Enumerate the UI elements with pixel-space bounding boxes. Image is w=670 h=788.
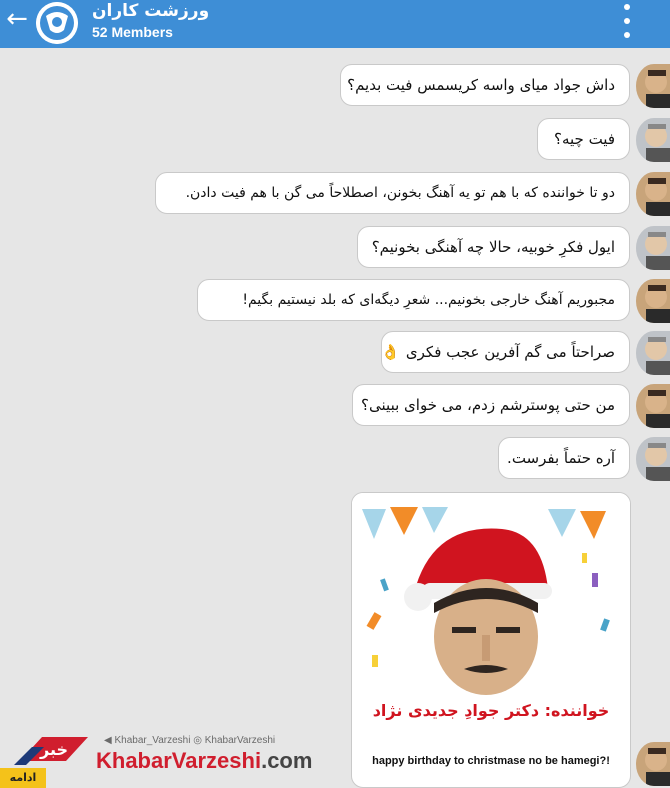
soccer-ball-icon: [36, 2, 78, 44]
watermark-social: ◀ Khabar_Varzeshi ◎ KhabarVarzeshi: [104, 735, 276, 746]
poster-image-message[interactable]: خواننده: دکتر جوادِ جدیدی نژاد happy bir…: [351, 492, 631, 788]
ok-hand-icon: 👌: [381, 343, 400, 361]
message-text: ایول فکرِ خوبیه، حالا چه آهنگی بخونیم؟: [371, 238, 615, 256]
more-vert-icon[interactable]: [612, 4, 642, 38]
avatar[interactable]: [636, 384, 670, 428]
poster-image: [352, 493, 630, 703]
avatar[interactable]: [636, 64, 670, 108]
continue-badge: ادامه دارد...: [0, 768, 46, 788]
site-brand: KhabarVarzeshi: [96, 748, 262, 773]
poster-subtitle: happy birthday to christmase no be hameg…: [372, 755, 610, 767]
message-bubble[interactable]: فیت چیه؟: [537, 118, 630, 160]
avatar[interactable]: [636, 331, 670, 375]
message-text: آره حتماً بفرست.: [507, 449, 615, 467]
message-text: من حتی پوسترشم زدم، می خوای ببینی؟: [361, 396, 615, 414]
message-text: صراحتاً می گم آفرین عجب فکری: [405, 343, 615, 361]
avatar[interactable]: [636, 172, 670, 216]
avatar[interactable]: [636, 742, 670, 786]
chat-header: ← ورزشت کاران 52 Members: [0, 0, 670, 48]
message-text: دو تا خواننده که با هم تو یه آهنگ بخونن،…: [185, 185, 615, 201]
message-bubble[interactable]: آره حتماً بفرست.: [498, 437, 630, 479]
group-title[interactable]: ورزشت کاران: [92, 0, 209, 22]
avatar[interactable]: [636, 437, 670, 481]
message-text: مجبوریم آهنگ خارجی بخونیم... شعرِ دیگه‌ا…: [242, 292, 615, 308]
group-avatar[interactable]: [36, 2, 78, 44]
back-arrow-icon[interactable]: ←: [2, 6, 32, 32]
message-bubble[interactable]: صراحتاً می گم آفرین عجب فکری 👌: [381, 331, 630, 373]
watermark-site: KhabarVarzeshi.com: [96, 748, 312, 774]
message-bubble[interactable]: داش جواد میای واسه کریسمس فیت بدیم؟: [340, 64, 630, 106]
message-bubble[interactable]: دو تا خواننده که با هم تو یه آهنگ بخونن،…: [155, 172, 630, 214]
avatar[interactable]: [636, 279, 670, 323]
khabar-logo: خبر: [14, 733, 94, 767]
message-bubble[interactable]: مجبوریم آهنگ خارجی بخونیم... شعرِ دیگه‌ا…: [197, 279, 630, 321]
message-text: داش جواد میای واسه کریسمس فیت بدیم؟: [347, 76, 615, 94]
avatar[interactable]: [636, 118, 670, 162]
message-bubble[interactable]: من حتی پوسترشم زدم، می خوای ببینی؟: [352, 384, 630, 426]
poster-caption: خواننده: دکتر جوادِ جدیدی نژاد: [372, 701, 610, 720]
member-count: 52 Members: [92, 24, 173, 40]
message-text: فیت چیه؟: [554, 130, 615, 148]
message-bubble[interactable]: ایول فکرِ خوبیه، حالا چه آهنگی بخونیم؟: [357, 226, 630, 268]
site-tld: .com: [261, 748, 313, 773]
logo-text: خبر: [39, 740, 68, 759]
avatar[interactable]: [636, 226, 670, 270]
